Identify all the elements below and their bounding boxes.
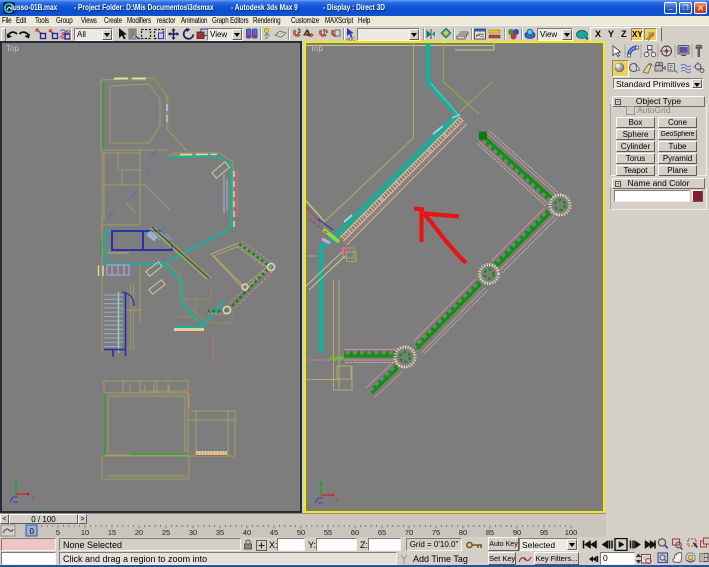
svg-text:XY: XY bbox=[648, 32, 655, 38]
svg-text:15: 15 bbox=[108, 528, 116, 537]
svg-text:5: 5 bbox=[56, 528, 60, 537]
svg-text:35: 35 bbox=[216, 528, 224, 537]
svg-text:40: 40 bbox=[243, 528, 251, 537]
svg-text:30: 30 bbox=[189, 528, 197, 537]
svg-text:65: 65 bbox=[378, 528, 386, 537]
svg-text:95: 95 bbox=[540, 528, 548, 537]
svg-text:75: 75 bbox=[432, 528, 440, 537]
svg-text:70: 70 bbox=[405, 528, 413, 537]
svg-text:50: 50 bbox=[297, 528, 305, 537]
svg-text:45: 45 bbox=[270, 528, 278, 537]
svg-text:100: 100 bbox=[565, 528, 578, 537]
svg-text:60: 60 bbox=[351, 528, 359, 537]
svg-text:10: 10 bbox=[81, 528, 89, 537]
svg-text:55: 55 bbox=[324, 528, 332, 537]
svg-text:90: 90 bbox=[513, 528, 521, 537]
svg-text:85: 85 bbox=[486, 528, 494, 537]
svg-text:80: 80 bbox=[459, 528, 467, 537]
svg-text:%: % bbox=[323, 29, 328, 35]
svg-text:3: 3 bbox=[298, 29, 302, 35]
svg-text:25: 25 bbox=[162, 528, 170, 537]
svg-text:20: 20 bbox=[135, 528, 143, 537]
svg-text:0: 0 bbox=[30, 527, 35, 536]
